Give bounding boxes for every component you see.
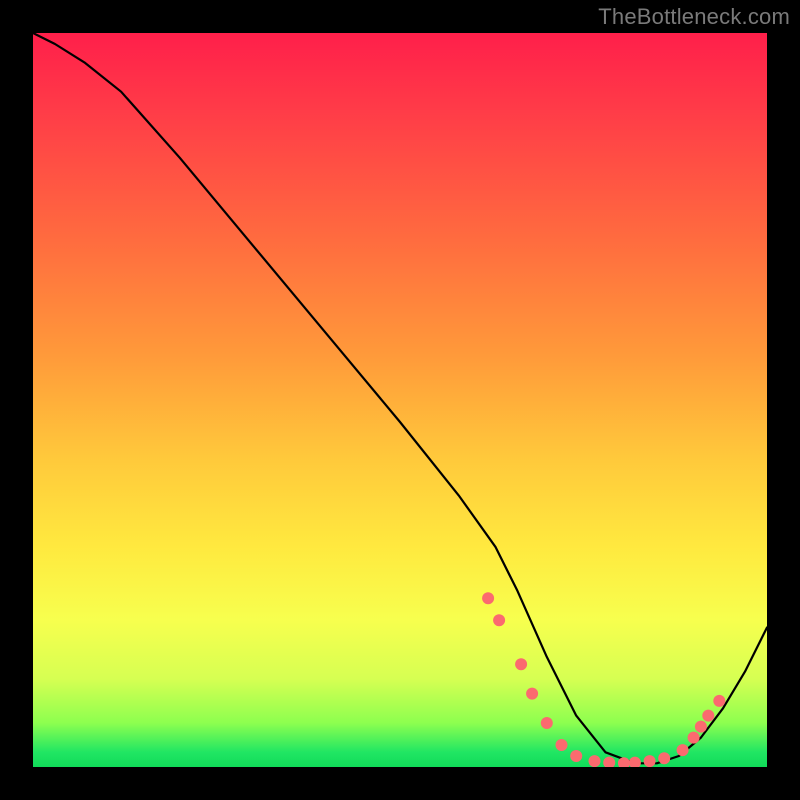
curve-marker [644,755,656,767]
marker-group [482,592,725,767]
curve-marker [570,750,582,762]
curve-marker [493,614,505,626]
curve-marker [677,744,689,756]
curve-marker [541,717,553,729]
curve-marker [515,658,527,670]
curve-marker [629,757,641,767]
curve-marker [702,710,714,722]
curve-marker [658,752,670,764]
curve-marker [603,757,615,767]
watermark-text: TheBottleneck.com [598,4,790,30]
curve-marker [713,695,725,707]
curve-marker [688,732,700,744]
curve-marker [695,721,707,733]
curve-marker [526,688,538,700]
curve-marker [482,592,494,604]
curve-marker [589,755,601,767]
chart-frame: TheBottleneck.com [0,0,800,800]
curve-line [33,33,767,763]
curve-marker [556,739,568,751]
plot-area [33,33,767,767]
curve-overlay [33,33,767,767]
